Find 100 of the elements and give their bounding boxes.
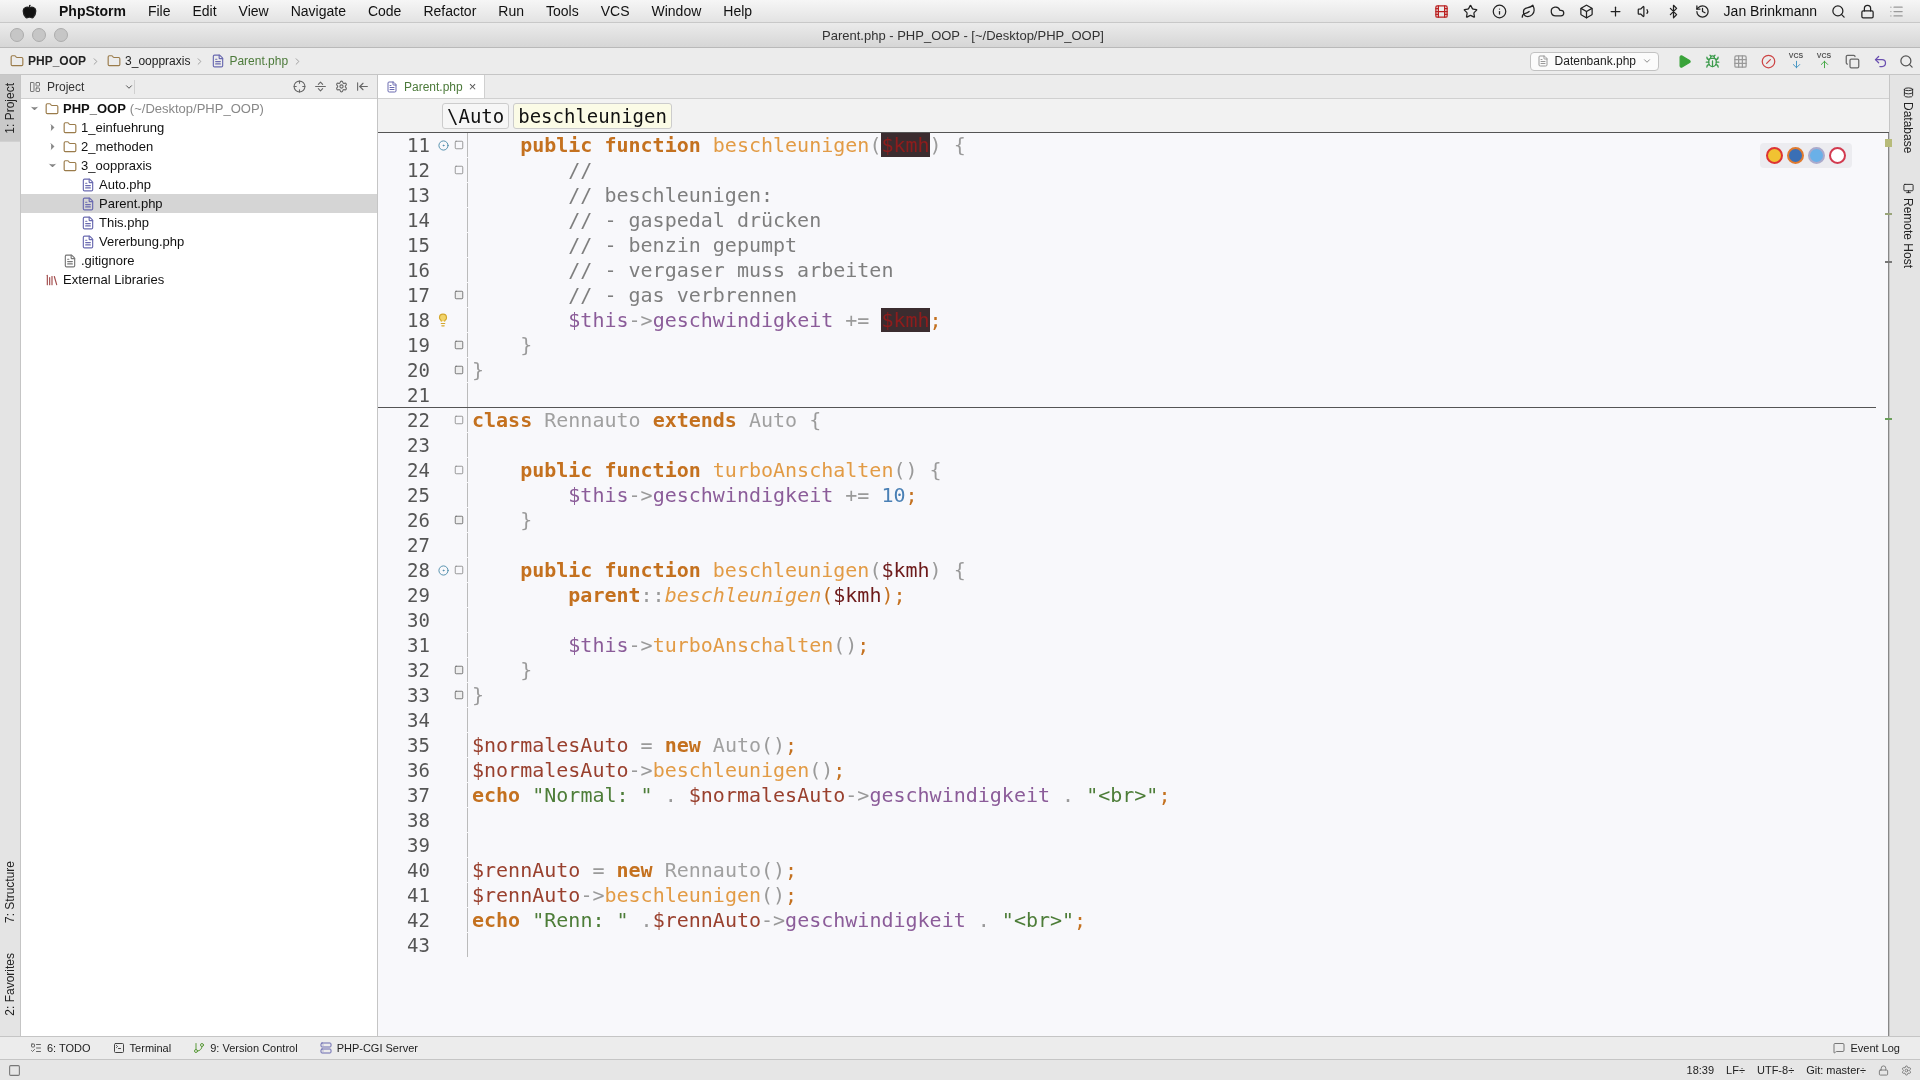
close-window-button[interactable]	[10, 28, 24, 42]
scroll-marker[interactable]	[1885, 213, 1892, 215]
arrow-down-icon[interactable]	[1790, 59, 1802, 70]
menu-item[interactable]: View	[238, 3, 269, 19]
code-breadcrumb[interactable]: \Auto	[442, 102, 510, 129]
arrow-up-icon[interactable]	[1818, 59, 1830, 70]
menu-item[interactable]: Window	[651, 3, 702, 19]
fold-marker-icon[interactable]	[453, 665, 464, 675]
checklist-icon[interactable]	[30, 1042, 42, 1054]
tool-window-button[interactable]: 6: TODO	[30, 1042, 91, 1054]
fold-marker-icon[interactable]	[453, 465, 464, 475]
view-dropdown[interactable]: Project	[29, 79, 135, 94]
fold-marker-icon[interactable]	[453, 690, 464, 700]
status-item[interactable]: Git: master÷	[1806, 1064, 1866, 1076]
code-line: // - gas verbrennen	[567, 283, 798, 307]
scroll-marker[interactable]	[1885, 418, 1892, 420]
film-icon[interactable]	[1433, 3, 1449, 19]
browser-icon[interactable]	[1766, 147, 1783, 164]
cloud-icon[interactable]	[1549, 3, 1565, 19]
leaf-icon[interactable]	[1520, 3, 1536, 19]
line-number: 26	[406, 509, 431, 531]
settings-icon[interactable]	[335, 80, 348, 93]
override-marker-icon[interactable]	[437, 564, 449, 576]
status-item[interactable]: UTF-8÷	[1756, 1064, 1795, 1076]
code-line: }	[472, 358, 485, 382]
status-item[interactable]: LF÷	[1726, 1064, 1745, 1076]
tree-item[interactable]: This.php	[21, 213, 377, 232]
fold-marker-icon[interactable]	[453, 565, 464, 575]
menu-item[interactable]: Run	[498, 3, 524, 19]
hide-panel-icon[interactable]	[356, 80, 369, 93]
tool-window-button[interactable]: Terminal	[112, 1042, 172, 1054]
fold-marker-icon[interactable]	[453, 290, 464, 300]
close-tab-button[interactable]: ×	[468, 79, 477, 94]
scroll-marker[interactable]	[1885, 139, 1892, 147]
clock-icon[interactable]	[1694, 3, 1710, 19]
menu-item[interactable]: Code	[367, 3, 402, 19]
tool-window-button[interactable]: PHP-CGI Server	[319, 1042, 418, 1054]
scroll-marker[interactable]	[1885, 261, 1892, 263]
branch-icon[interactable]	[193, 1042, 206, 1054]
tool-window-tab[interactable]: 7: Structure	[0, 853, 20, 932]
breadcrumb[interactable]: 3_ooppraxis	[107, 54, 206, 68]
user-name[interactable]: Jan Brinkmann	[1723, 3, 1817, 19]
browser-icon[interactable]	[1787, 147, 1804, 164]
menu-item[interactable]: PhpStorm	[59, 3, 126, 19]
browser-icon[interactable]	[1829, 147, 1846, 164]
tree-item[interactable]: .gitignore	[21, 251, 377, 270]
event-log-button[interactable]: Event Log	[1833, 1042, 1900, 1054]
server-icon[interactable]	[319, 1042, 332, 1054]
tool-window-tab[interactable]: Database	[1896, 79, 1920, 162]
fold-marker-icon[interactable]	[453, 140, 464, 150]
menu-item[interactable]: Tools	[546, 3, 579, 19]
browser-icon[interactable]	[1808, 147, 1825, 164]
tool-window-tab[interactable]: Remote Host	[1896, 175, 1920, 277]
fold-marker-icon[interactable]	[453, 340, 464, 350]
folder-icon	[45, 101, 59, 116]
tree-item[interactable]: Vererbung.php	[21, 232, 377, 251]
star-icon[interactable]	[1462, 3, 1478, 19]
panel-toggle-icon[interactable]	[8, 1063, 21, 1077]
apple-icon[interactable]	[22, 3, 37, 19]
lock-icon[interactable]	[1860, 3, 1875, 19]
editor-tab[interactable]: Parent.php ×	[378, 75, 486, 98]
menu-item[interactable]: Navigate	[290, 3, 346, 19]
breadcrumb[interactable]: PHP_OOP	[10, 54, 102, 68]
menu-item[interactable]: File	[147, 3, 171, 19]
inspector-icon[interactable]	[1901, 1064, 1912, 1076]
menu-item[interactable]: VCS	[600, 3, 630, 19]
menu-item[interactable]: Refactor	[423, 3, 477, 19]
tree-item[interactable]: PHP_OOP (~/Desktop/PHP_OOP)	[21, 99, 377, 118]
fold-marker-icon[interactable]	[453, 165, 464, 175]
fold-marker-icon[interactable]	[453, 515, 464, 525]
plus-icon[interactable]	[1607, 3, 1623, 19]
breadcrumb[interactable]: Parent.php	[211, 54, 304, 68]
tree-item[interactable]: 2_methoden	[21, 137, 377, 156]
search-icon[interactable]	[1899, 53, 1914, 69]
run-configuration-dropdown[interactable]: Datenbank.php	[1529, 51, 1659, 71]
zoom-window-button[interactable]	[54, 28, 68, 42]
tree-item[interactable]: External Libraries	[21, 270, 377, 289]
tool-window-tab[interactable]: 1: Project	[0, 75, 20, 142]
lightbulb-icon[interactable]	[436, 313, 450, 327]
list-icon[interactable]	[1889, 3, 1904, 19]
tree-item[interactable]: 3_ooppraxis	[21, 156, 377, 175]
terminal-icon[interactable]	[112, 1042, 125, 1054]
tree-item[interactable]: Parent.php	[21, 194, 377, 213]
override-marker-icon[interactable]	[437, 139, 449, 151]
tree-item[interactable]: 1_einfuehrung	[21, 118, 377, 137]
fold-marker-icon[interactable]	[453, 415, 464, 425]
collapse-all-icon[interactable]	[314, 80, 327, 93]
tool-window-button[interactable]: 9: Version Control	[193, 1042, 298, 1054]
box-icon[interactable]	[1578, 3, 1594, 19]
minimize-window-button[interactable]	[32, 28, 46, 42]
tool-window-tab[interactable]: 2: Favorites	[0, 945, 20, 1024]
info-icon[interactable]	[1491, 3, 1507, 19]
fold-marker-icon[interactable]	[453, 365, 464, 375]
menu-item[interactable]: Edit	[192, 3, 217, 19]
crosshair-icon[interactable]	[293, 80, 306, 93]
menu-item[interactable]: Help	[723, 3, 753, 19]
tree-item[interactable]: Auto.php	[21, 175, 377, 194]
code-breadcrumb[interactable]: beschleunigen	[513, 102, 672, 129]
search-icon[interactable]	[1831, 3, 1846, 19]
status-item[interactable]: 18:39	[1686, 1064, 1715, 1076]
